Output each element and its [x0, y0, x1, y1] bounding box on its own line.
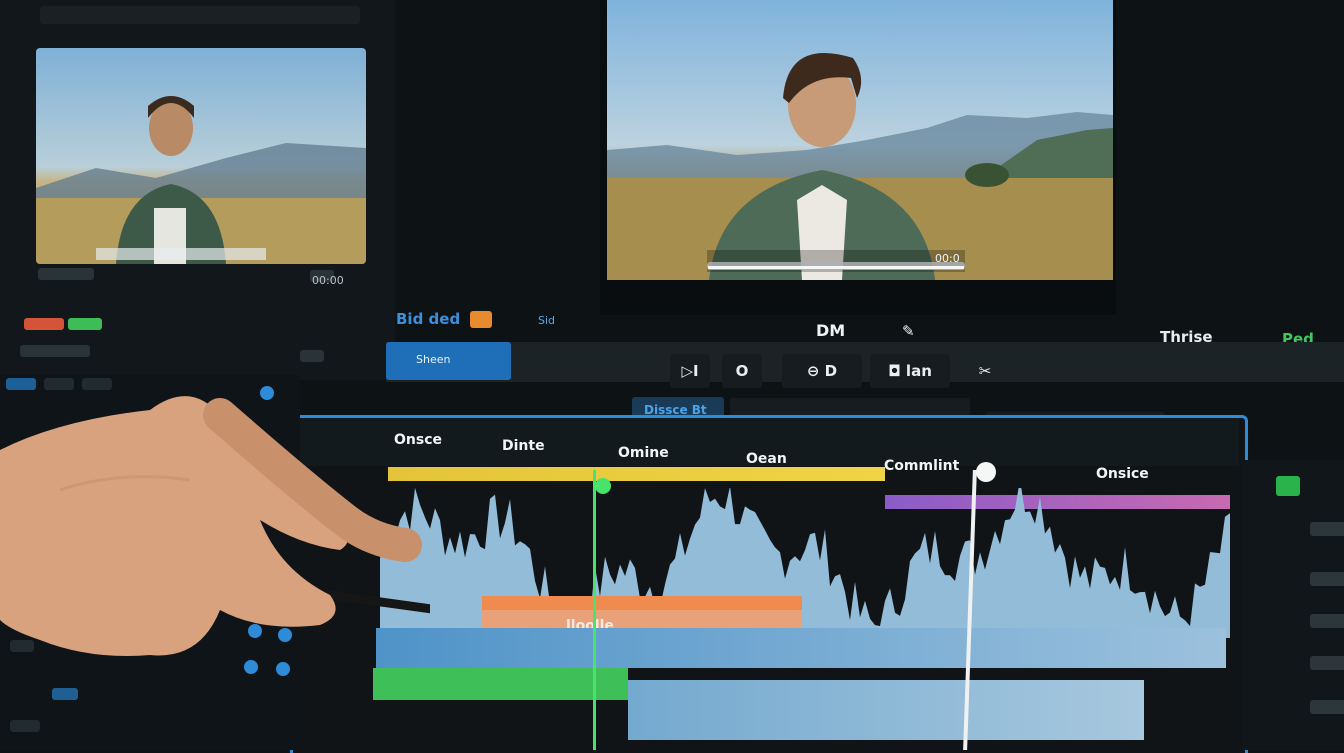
- section-selector-label: Sheen: [416, 353, 451, 366]
- timeline-marker[interactable]: Omine: [618, 445, 669, 461]
- toolbar-title: DM: [816, 321, 846, 340]
- clip-header: [482, 596, 802, 610]
- record-icon: O: [735, 362, 749, 380]
- left-preview-time: 00:00: [312, 274, 344, 287]
- program-preview-image: [607, 53, 1113, 280]
- playhead-handle[interactable]: [595, 478, 611, 494]
- hand-with-stylus: [0, 396, 430, 656]
- toolbar-left-label[interactable]: Bid ded: [396, 310, 460, 328]
- loop-button[interactable]: ⊖ D: [782, 354, 862, 388]
- loop-icon: ⊖ D: [806, 362, 838, 380]
- program-preview[interactable]: [607, 0, 1113, 280]
- playhead-line[interactable]: [593, 470, 596, 750]
- audio-clip-light-blue[interactable]: [628, 680, 1144, 740]
- right-panel-item[interactable]: [1310, 522, 1344, 536]
- right-panel-toggle[interactable]: [1276, 476, 1300, 496]
- tool-dot[interactable]: [276, 662, 290, 676]
- timeline-marker[interactable]: Dinte: [502, 438, 545, 454]
- pencil-icon[interactable]: ✎: [902, 322, 915, 340]
- tool-button[interactable]: [10, 720, 40, 732]
- timeline-marker[interactable]: Onsice: [1096, 466, 1149, 482]
- toolbar-left-tag[interactable]: Sid: [538, 314, 555, 327]
- tool-dot[interactable]: [244, 660, 258, 674]
- right-panel-item[interactable]: [1310, 614, 1344, 628]
- play-icon: ▷I: [681, 362, 699, 380]
- left-top-strip: [40, 6, 360, 24]
- play-button[interactable]: ▷I: [670, 354, 710, 388]
- source-preview-image: [36, 96, 366, 264]
- timeline-marker[interactable]: Oean: [746, 451, 787, 467]
- trim-handle[interactable]: [976, 462, 996, 482]
- preview-scrub-bar[interactable]: [708, 266, 964, 269]
- ruler-range-yellow[interactable]: [388, 467, 885, 481]
- right-panel-item[interactable]: [1310, 700, 1344, 714]
- transport-bar: [386, 342, 1344, 382]
- timeline-marker[interactable]: Commlint: [884, 458, 959, 474]
- program-preview-time: 00:0: [935, 252, 960, 265]
- stop-button[interactable]: ◘ lan: [870, 354, 950, 388]
- record-button[interactable]: O: [722, 354, 762, 388]
- right-panel-item[interactable]: [1310, 656, 1344, 670]
- scissors-icon: ✂: [978, 362, 992, 380]
- video-clip-blue[interactable]: [376, 628, 1226, 668]
- toolbar-orange-badge[interactable]: [470, 311, 492, 328]
- stop-icon: ◘ lan: [888, 362, 932, 380]
- tool-button[interactable]: [52, 688, 78, 700]
- source-preview[interactable]: [36, 48, 366, 264]
- video-clip-green[interactable]: [373, 668, 628, 700]
- scissors-button[interactable]: ✂: [960, 354, 1010, 388]
- right-panel-item[interactable]: [1310, 572, 1344, 586]
